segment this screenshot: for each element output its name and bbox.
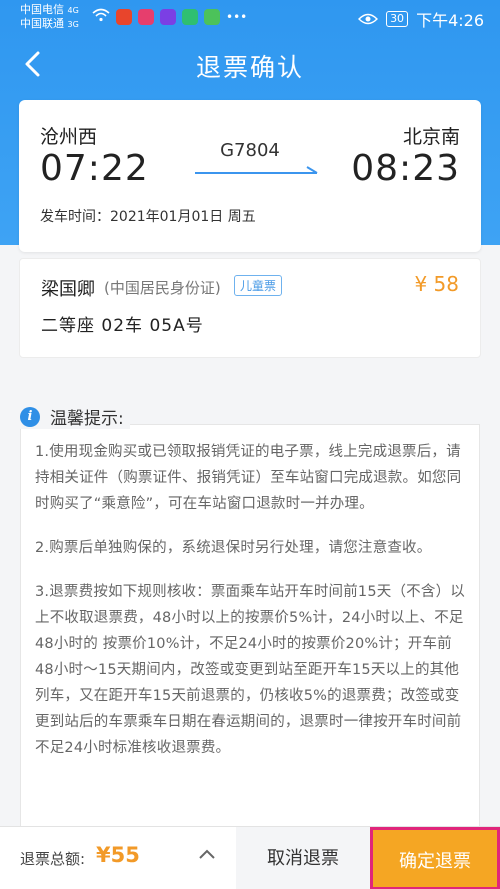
nav-bar: 退票确认: [0, 36, 500, 92]
refund-total-label: 退票总额:: [20, 850, 86, 868]
train-number: G7804: [220, 140, 280, 161]
ticket-price: ¥ 58: [414, 272, 459, 296]
tip-item: 1.使用现金购买或已领取报销凭证的电子票，线上完成退票后，请持相关证件（购票证件…: [35, 444, 462, 512]
direction-arrow-icon: [195, 166, 318, 174]
confirm-refund-button[interactable]: 确定退票: [370, 827, 500, 889]
tip-item: 2.购票后单独购保的，系统退保时另行处理，请您注意查收。: [35, 540, 432, 556]
eye-icon: [358, 10, 379, 29]
app-notification-icon: [138, 8, 154, 25]
tips-panel[interactable]: 1.使用现金购买或已领取报销凭证的电子票，线上完成退票后，请持相关证件（购票证件…: [20, 424, 480, 834]
page-title: 退票确认: [195, 53, 304, 82]
tips-title: 温馨提示:: [50, 409, 124, 429]
id-type: (中国居民身份证): [104, 279, 221, 297]
refund-total-value: ¥55: [96, 843, 140, 867]
carrier-2: 中国联通: [20, 17, 64, 30]
app-notification-icon: [116, 8, 132, 25]
trip-card: 沧州西 07:22 G7804 北京南 08:23 发车时间：2021年01月0…: [19, 100, 481, 252]
clock: 下午4:26: [416, 11, 484, 30]
system-indicators: 30 下午4:26: [358, 7, 484, 31]
to-time: 08:23: [351, 148, 460, 189]
chevron-up-icon[interactable]: [197, 847, 217, 861]
passenger-card: 梁国卿 (中国居民身份证) 儿童票 ¥ 58 二等座 02车 05A号: [19, 258, 481, 358]
network-2: 3G: [67, 20, 79, 29]
tips-header: i 温馨提示:: [20, 404, 130, 429]
status-bar: 中国电信 4G 中国联通 3G ••• 30 下午4:26: [0, 0, 500, 34]
from-time: 07:22: [40, 148, 149, 189]
more-dots-icon: •••: [226, 9, 248, 24]
carrier-info: 中国电信 4G 中国联通 3G: [20, 3, 79, 31]
app-notification-icon: [160, 8, 176, 25]
to-station: 北京南: [402, 126, 460, 148]
battery-indicator: 30: [386, 11, 409, 27]
app-notification-icon: [182, 8, 198, 25]
departure-info: 发车时间：2021年01月01日 周五: [40, 206, 256, 226]
notification-icons: •••: [92, 8, 247, 25]
departure-label: 发车时间：: [40, 209, 110, 225]
from-station: 沧州西: [40, 126, 98, 148]
passenger-name: 梁国卿: [41, 279, 95, 300]
carrier-1: 中国电信: [20, 3, 64, 16]
wifi-icon: [92, 8, 110, 25]
app-notification-icon: [204, 8, 220, 25]
departure-value: 2021年01月01日 周五: [110, 209, 256, 225]
ticket-type-badge: 儿童票: [234, 275, 283, 296]
seat-info: 二等座 02车 05A号: [41, 316, 204, 336]
network-1: 4G: [67, 6, 79, 15]
info-icon: i: [20, 406, 40, 427]
cancel-refund-button[interactable]: 取消退票: [236, 827, 370, 889]
bottom-bar: 退票总额: ¥55 取消退票 确定退票: [0, 826, 500, 889]
tip-item: 3.退票费按如下规则核收：票面乘车站开车时间前15天（不含）以上不收取退票费，4…: [35, 584, 465, 756]
